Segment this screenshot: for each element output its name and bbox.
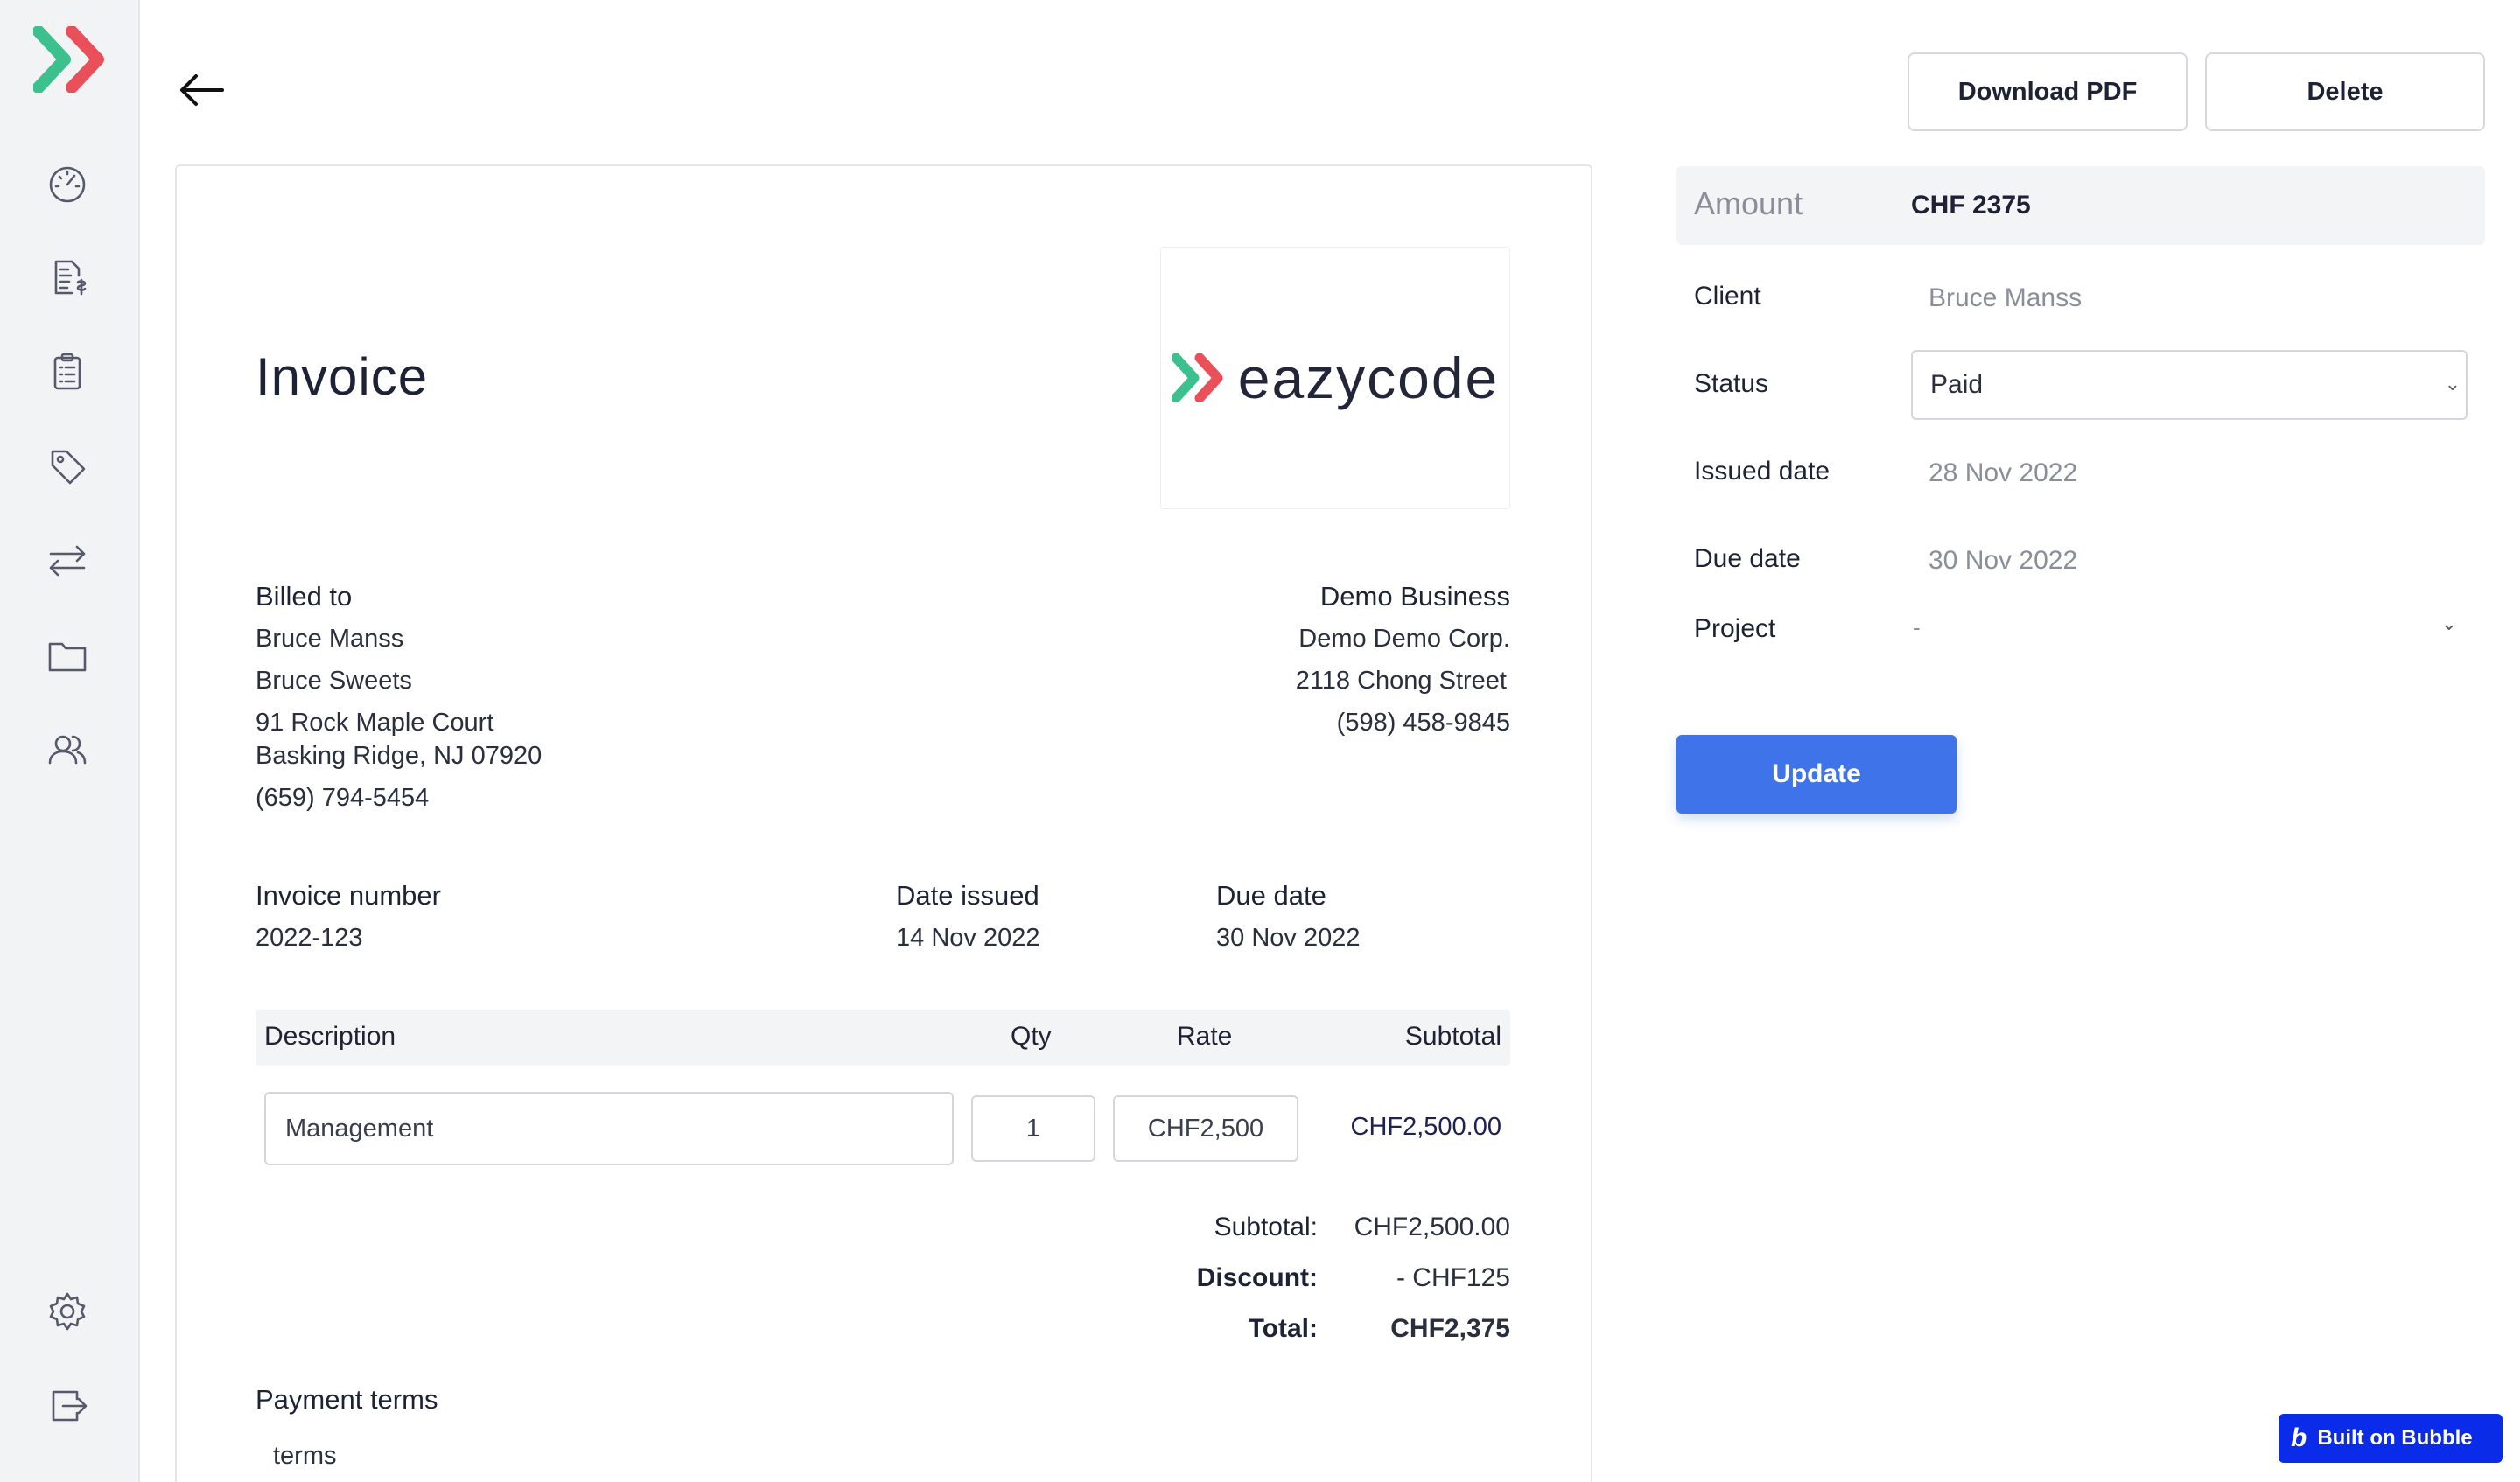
due-date-label: Due date [1216,880,1326,911]
line-items-header: Description Qty Rate Subtotal [256,1010,1510,1066]
status-value: Paid [1930,370,1984,399]
billed-to-label: Billed to [256,581,353,612]
project-select[interactable]: - ⌄ [1911,605,2468,654]
client-phone: (659) 794-5454 [256,784,430,812]
client-address-line1: 91 Rock Maple Court [256,709,494,737]
invoice-number-label: Invoice number [256,880,441,911]
business-logo: eazycode [1160,247,1510,509]
issued-date-value[interactable]: 28 Nov 2022 [1928,458,2077,488]
discount-value: - CHF125 [1396,1263,1510,1292]
project-value: - [1913,614,1921,640]
client-company: Bruce Sweets [256,667,412,695]
download-pdf-button[interactable]: Download PDF [1908,52,2188,131]
payment-terms: terms [273,1442,337,1470]
chevron-down-icon: ⌄ [2444,373,2460,395]
back-arrow-icon[interactable] [175,68,228,112]
settings-icon[interactable] [44,1288,91,1335]
app-logo[interactable] [32,25,107,94]
total-value: CHF2,375 [1390,1314,1510,1343]
users-icon[interactable] [44,726,91,773]
line-description-input[interactable]: Management [264,1092,954,1165]
business-phone: (598) 458-9845 [1336,709,1510,737]
subtotal-label: Subtotal: [1214,1213,1318,1241]
col-qty: Qty [1011,1022,1052,1051]
issued-date-label: Issued date [1694,457,1830,486]
invoice-title: Invoice [256,347,429,406]
chevron-down-icon: ⌄ [2440,612,2457,634]
amount-value: CHF 2375 [1911,191,2031,220]
update-button[interactable]: Update [1676,735,1956,814]
due-date-side-value[interactable]: 30 Nov 2022 [1928,546,2077,576]
payment-terms-label: Payment terms [256,1384,438,1415]
date-issued-label: Date issued [896,880,1040,911]
client-label: Client [1694,282,1761,311]
invoice-icon[interactable] [44,254,91,301]
client-value: Bruce Manss [1928,283,2082,312]
due-date-side-label: Due date [1694,544,1801,573]
business-name: Demo Business [1320,581,1510,612]
sidebar [0,0,140,1482]
col-rate: Rate [1177,1022,1233,1051]
business-address: 2118 Chong Street [1295,667,1507,695]
status-select[interactable]: Paid ⌄ [1911,350,2468,420]
discount-label: Discount: [1196,1263,1318,1292]
project-label: Project [1694,614,1776,643]
business-company: Demo Demo Corp. [1298,625,1510,653]
client-address-line2: Basking Ridge, NJ 07920 [256,742,542,770]
amount-label: Amount [1694,185,1803,221]
date-issued: 14 Nov 2022 [896,924,1040,952]
client-name: Bruce Manss [256,625,404,653]
due-date: 30 Nov 2022 [1216,924,1361,952]
bubble-badge-label: Built on Bubble [2317,1426,2473,1450]
transfer-icon[interactable] [44,537,91,584]
eazycode-logo-icon [1171,353,1223,402]
folder-icon[interactable] [44,632,91,679]
dashboard-icon[interactable] [44,159,91,206]
status-label: Status [1694,369,1769,398]
col-subtotal: Subtotal [1404,1022,1502,1051]
invoice-number: 2022-123 [256,924,363,952]
logout-icon[interactable] [44,1382,91,1430]
bubble-icon: b [2291,1423,2307,1452]
built-on-bubble-badge[interactable]: b Built on Bubble [2278,1414,2502,1463]
line-qty-input[interactable]: 1 [971,1095,1096,1162]
line-subtotal: CHF2,500.00 [1350,1113,1502,1141]
delete-button[interactable]: Delete [2205,52,2485,131]
total-label: Total: [1248,1314,1318,1343]
subtotal-value: CHF2,500.00 [1354,1213,1510,1241]
clipboard-icon[interactable] [44,348,91,395]
tag-icon[interactable] [44,443,91,490]
col-description: Description [264,1022,396,1051]
logo-wordmark: eazycode [1237,346,1500,410]
line-rate-input[interactable]: CHF2,500 [1113,1095,1298,1162]
